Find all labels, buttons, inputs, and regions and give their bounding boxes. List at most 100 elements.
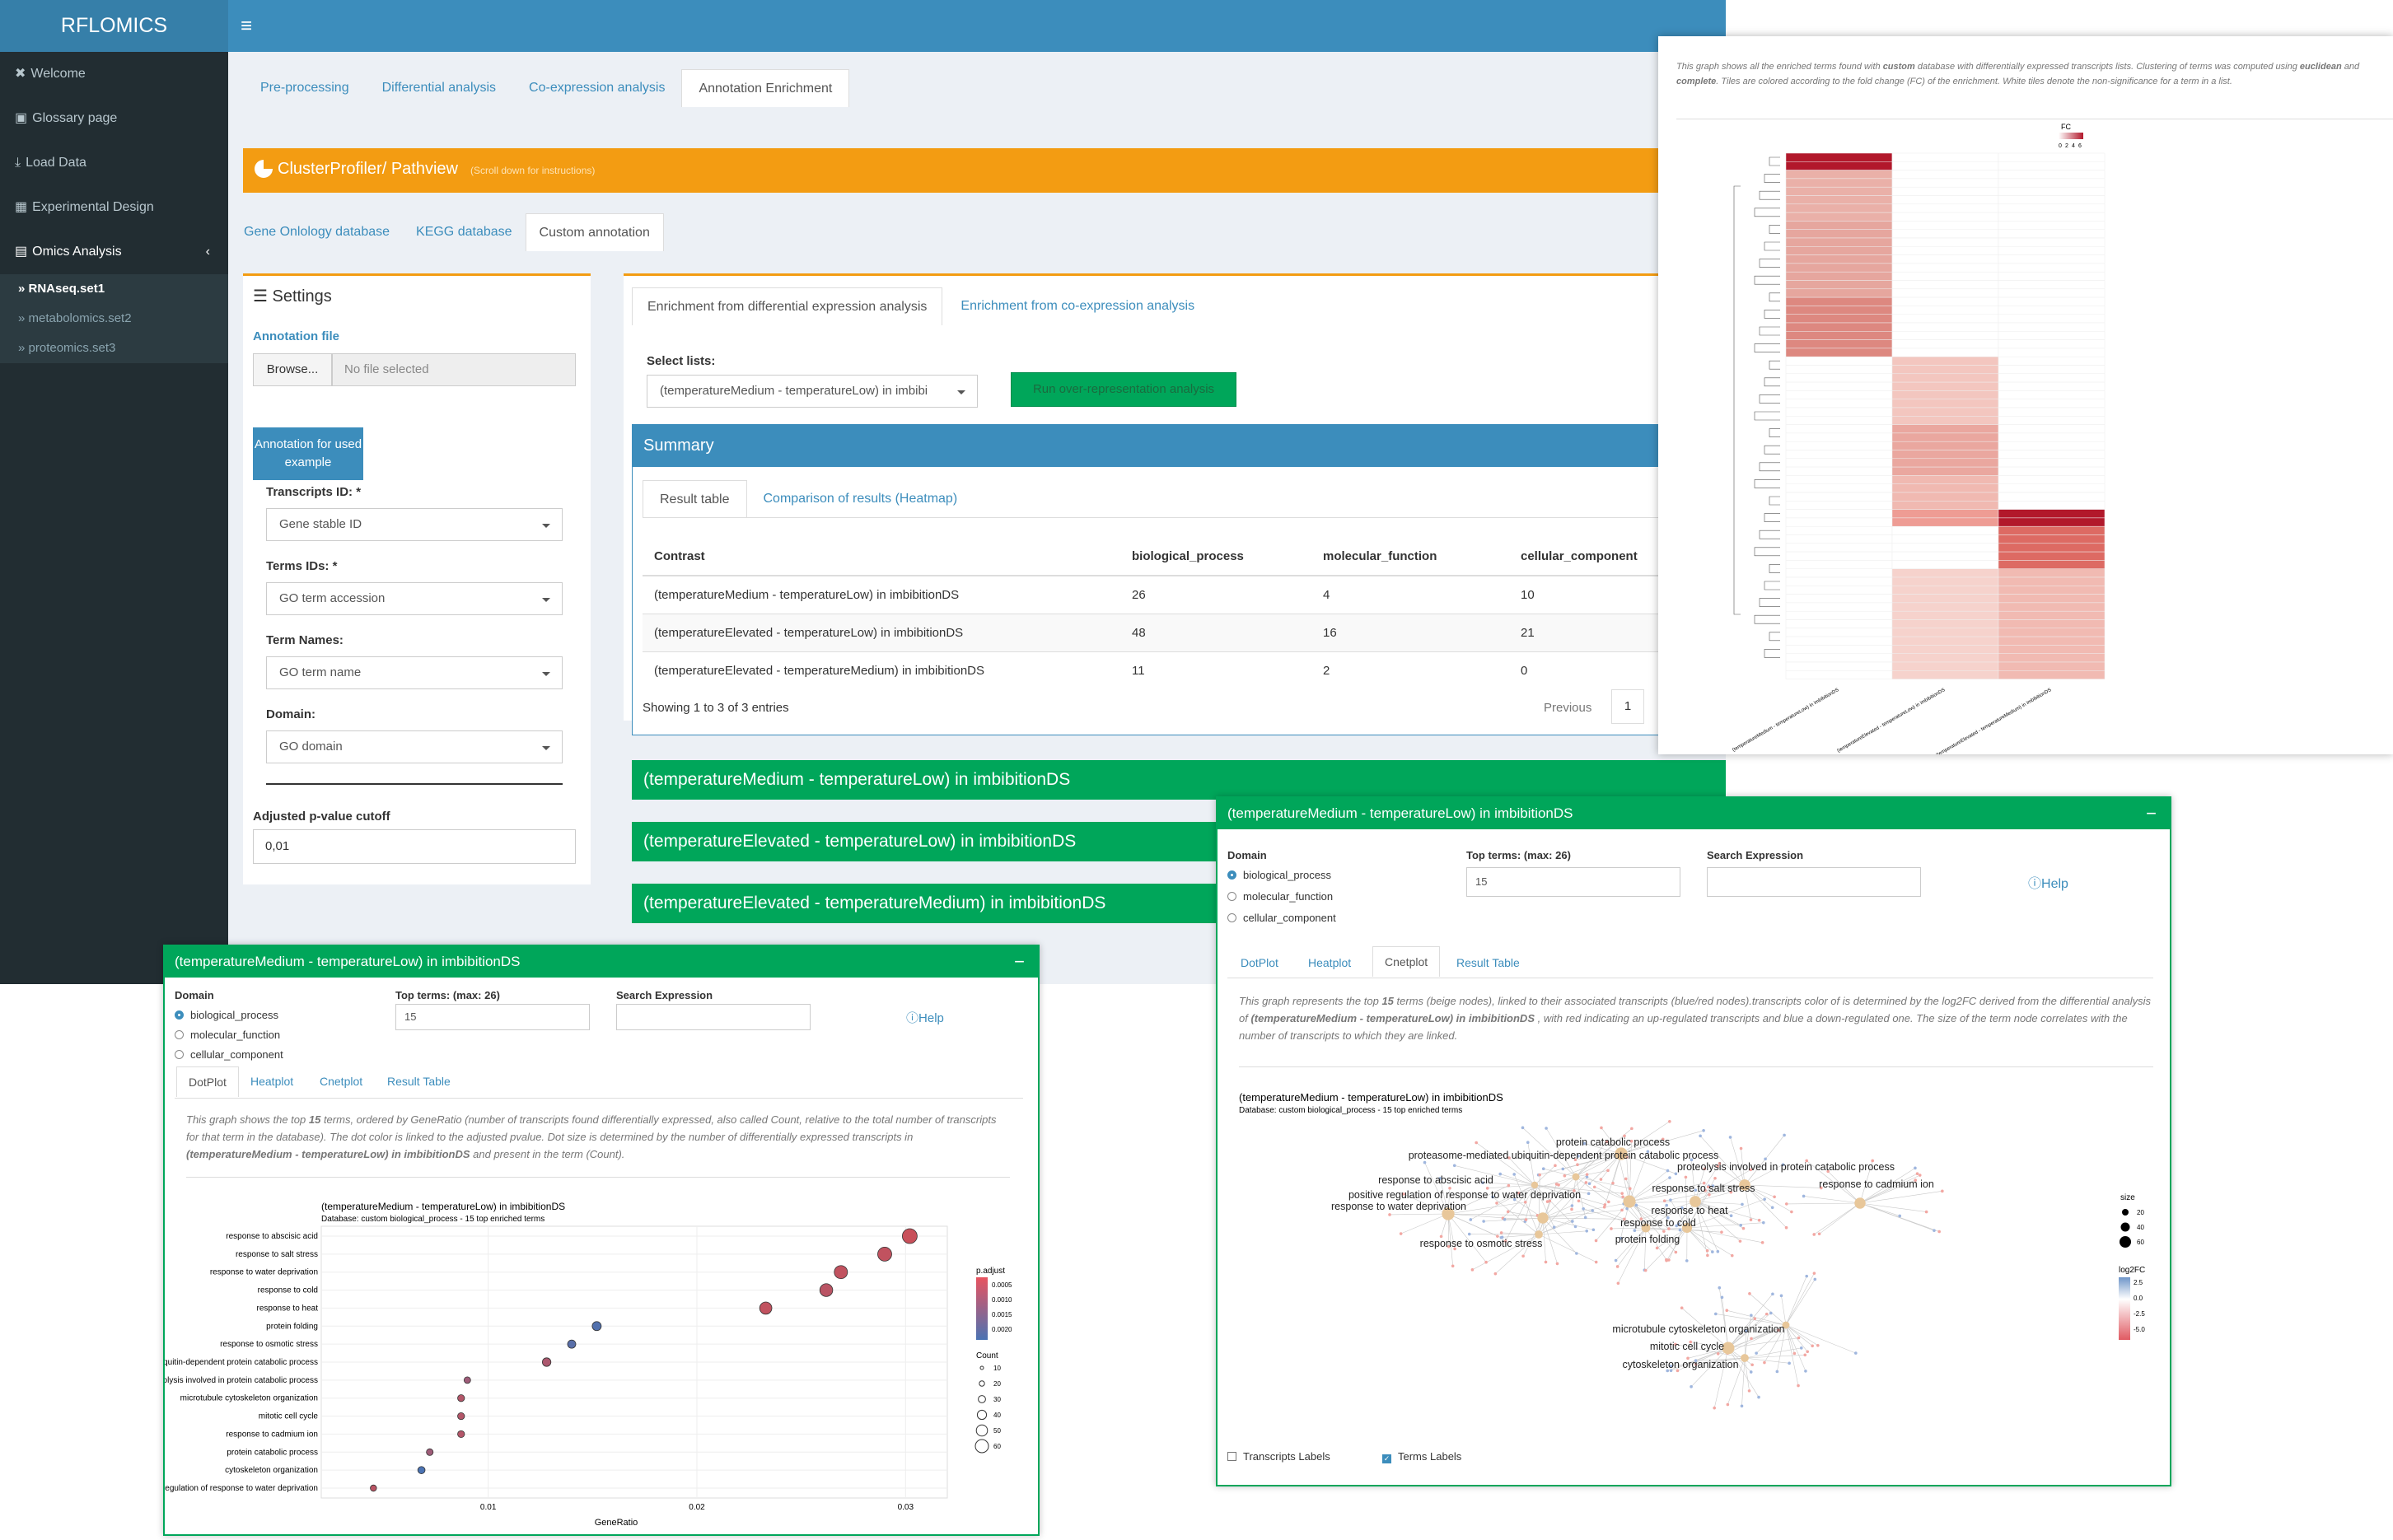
term-label: mitotic cell cycle <box>1650 1341 1724 1352</box>
tab-preprocessing[interactable]: Pre-processing <box>244 69 366 107</box>
transcript-node <box>1811 1344 1814 1348</box>
y-tick-label: response to cold <box>258 1286 318 1295</box>
page-1-button[interactable]: 1 <box>1611 689 1644 724</box>
tab-enrichment-coexpression[interactable]: Enrichment from co-expression analysis <box>942 287 1213 325</box>
sidebar-item-load-data[interactable]: ⤓ Load Data <box>0 141 228 185</box>
heatmap-screenshot: This graph shows all the enriched terms … <box>1658 36 2393 754</box>
terms-labels-checkbox[interactable]: ✓ Terms Labels <box>1382 1450 1461 1463</box>
cnet-edge <box>1785 1273 1815 1326</box>
annotation-example-button[interactable]: Annotation for used example <box>253 427 363 480</box>
cnet-edge <box>1542 1217 1594 1230</box>
previous-button[interactable]: Previous <box>1544 701 1591 715</box>
transcript-node <box>1769 1311 1773 1315</box>
transcript-node <box>1616 1281 1620 1286</box>
transcripts-labels-checkbox[interactable]: Transcripts Labels <box>1227 1450 1330 1463</box>
sidebar-subitem-proteomics[interactable]: » proteomics.set3 <box>0 334 228 363</box>
heatmap-tile <box>1998 602 2106 612</box>
tab-custom-annotation[interactable]: Custom annotation <box>525 213 664 251</box>
terms-ids-label: Terms IDs: * <box>266 559 338 573</box>
heatmap-tile <box>1785 560 1893 569</box>
transcript-node <box>1594 1260 1598 1264</box>
tab-comparison-heatmap[interactable]: Comparison of results (Heatmap) <box>747 480 974 518</box>
size-legend-title: size <box>2120 1193 2135 1202</box>
terms-ids-select[interactable]: GO term accession <box>266 582 563 615</box>
domain-select[interactable]: GO domain <box>266 730 563 763</box>
sidebar-item-omics-analysis[interactable]: ▤ Omics Analysis ‹ <box>0 230 228 274</box>
sidebar-subitem-metabolomics[interactable]: » metabolomics.set2 <box>0 304 228 334</box>
transcript-node <box>1523 1200 1527 1204</box>
heatmap-tile <box>1891 628 1999 637</box>
heatmap-tile <box>1785 254 1893 264</box>
tab-annotation-enrichment[interactable]: Annotation Enrichment <box>681 69 850 107</box>
browse-button[interactable]: Browse... <box>253 353 332 386</box>
close-icon: ✖ <box>15 67 26 81</box>
transcript-node <box>1797 1384 1800 1388</box>
cutoff-input[interactable]: 0,01 <box>253 829 576 864</box>
term-label: response to heat <box>1651 1205 1728 1216</box>
heatmap-tile <box>1998 356 2106 366</box>
data-point <box>370 1484 377 1492</box>
tab-kegg[interactable]: KEGG database <box>403 213 526 251</box>
data-point <box>457 1412 465 1421</box>
tab-differential-analysis[interactable]: Differential analysis <box>366 69 512 107</box>
tab-gene-ontology[interactable]: Gene Onlology database <box>231 213 403 251</box>
size-legend-dot <box>2122 1209 2129 1216</box>
transcript-node <box>1750 1363 1754 1367</box>
contrast-bar-1[interactable]: (temperatureMedium - temperatureLow) in … <box>632 760 1726 800</box>
transcript-node <box>1482 1220 1485 1223</box>
data-point <box>567 1339 577 1349</box>
sidebar-item-glossary[interactable]: ▣ Glossary page <box>0 96 228 141</box>
cnetplot-subtitle: Database: custom biological_process - 15… <box>1239 1106 1462 1115</box>
column-header[interactable]: Contrast <box>643 538 1120 576</box>
dotplot-title: (temperatureMedium - temperatureLow) in … <box>321 1201 565 1212</box>
column-header[interactable]: biological_process <box>1120 538 1311 576</box>
transcript-node <box>1630 1127 1634 1131</box>
transcript-node <box>1748 1292 1751 1295</box>
heatmap-tile <box>1891 203 1999 213</box>
transcript-node <box>1806 1350 1810 1354</box>
run-analysis-button[interactable]: Run over-representation analysis <box>1011 372 1236 407</box>
term-names-select[interactable]: GO term name <box>266 656 563 689</box>
table-cell: (temperatureElevated - temperatureLow) i… <box>643 613 1120 651</box>
dendrogram-branch <box>1764 513 1780 522</box>
data-point <box>457 1430 465 1439</box>
table-cell: 48 <box>1120 613 1311 651</box>
column-label: (temperatureElevated - temperatureLow) i… <box>1837 688 1947 754</box>
term-label: protein folding <box>1615 1234 1680 1245</box>
brand-logo[interactable]: RFLOMICS <box>0 0 228 52</box>
heatmap-tile <box>1891 356 1999 366</box>
transcript-node <box>1738 1239 1742 1243</box>
dendrogram-branch <box>1759 530 1780 539</box>
heatmap-tile <box>1785 501 1893 510</box>
table-cell: (temperatureElevated - temperatureMedium… <box>643 651 1120 689</box>
sidebar-toggle-icon[interactable]: ≡ <box>241 15 252 38</box>
column-header[interactable]: cellular_component <box>1509 538 1674 576</box>
checkbox-checked-icon[interactable]: ✓ <box>1382 1454 1391 1463</box>
heatmap-tile <box>1998 178 2106 188</box>
heatmap-tile <box>1998 331 2106 340</box>
transcript-node <box>1773 1195 1776 1199</box>
dendrogram-branch <box>1764 377 1780 387</box>
heatmap-legend-bar <box>2059 133 2083 139</box>
divider <box>266 783 563 785</box>
tab-enrichment-differential[interactable]: Enrichment from differential expression … <box>632 287 943 325</box>
heatmap-chart: FC 0 2 4 6 (temperatureMedium - temperat… <box>1732 123 2106 754</box>
sidebar-item-welcome[interactable]: ✖ Welcome <box>0 52 228 96</box>
tab-coexpression-analysis[interactable]: Co-expression analysis <box>512 69 681 107</box>
sidebar-subitem-rnaseq[interactable]: » RNAseq.set1 <box>0 274 228 304</box>
heatmap-tile <box>1785 280 1893 290</box>
checkbox-icon[interactable] <box>1227 1452 1236 1461</box>
transcript-node <box>1643 1268 1648 1272</box>
transcript-node <box>1423 1160 1427 1164</box>
dotplot-card: (temperatureMedium - temperatureLow) in … <box>163 945 1040 1536</box>
heatmap-tile <box>1891 212 1999 222</box>
heatmap-tile <box>1891 475 1999 484</box>
sidebar-item-label: Load Data <box>26 156 86 170</box>
transcripts-id-select[interactable]: Gene stable ID <box>266 508 563 541</box>
sidebar-item-experimental-design[interactable]: ▦ Experimental Design <box>0 185 228 230</box>
tab-result-table[interactable]: Result table <box>643 480 747 518</box>
dendrogram-branch <box>1769 632 1780 642</box>
column-header[interactable]: molecular_function <box>1311 538 1509 576</box>
count-legend: 10 20 30 40 50 60 <box>974 1365 1001 1454</box>
select-lists-dropdown[interactable]: (temperatureMedium - temperatureLow) in … <box>647 375 978 408</box>
